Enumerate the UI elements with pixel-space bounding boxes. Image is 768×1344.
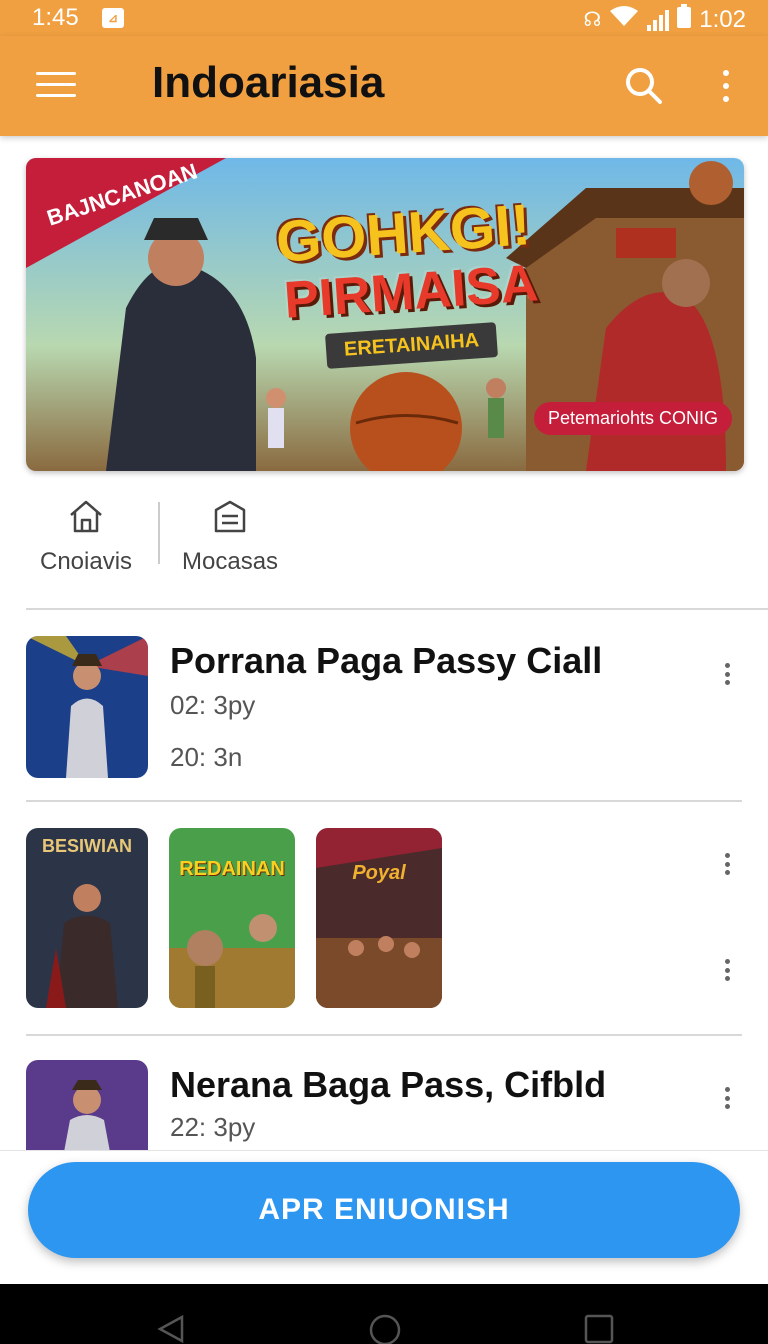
game-thumbnail[interactable]: REDAINAN — [169, 828, 295, 1008]
overflow-menu-icon[interactable] — [716, 66, 736, 106]
inbox-icon — [214, 500, 246, 533]
quick-link-label: Cnoiavis — [40, 548, 133, 575]
game-thumbnail[interactable]: Poyal — [316, 828, 442, 1008]
section-divider — [26, 608, 768, 610]
status-icons: ☊ 1:02 — [584, 4, 746, 35]
overflow-menu-icon[interactable] — [719, 955, 735, 985]
hamburger-menu-icon[interactable] — [36, 72, 76, 100]
thumbnail-label: REDAINAN — [179, 858, 285, 880]
featured-banner[interactable]: BAJNCANOAN GOHKGI! PIRMAISA ERETAINAIHA … — [26, 158, 744, 471]
list-item-meta: 20: 3n — [170, 742, 243, 772]
list-divider — [26, 1034, 742, 1036]
quick-links: Cnoiavis Mocasas — [26, 496, 768, 592]
app-notification-icon: ⊿ — [102, 8, 124, 28]
game-thumbnail[interactable]: BESIWIAN — [26, 828, 148, 1008]
banner-pill-button[interactable]: Petemariohts CONIG — [534, 402, 733, 435]
list-item-meta: 02: 3py — [170, 690, 256, 720]
thumbnail-label: BESIWIAN — [42, 836, 132, 856]
status-time-right: 1:02 — [699, 5, 746, 33]
app-bar: Indoariasia — [0, 36, 768, 136]
cell-signal-icon — [647, 9, 670, 31]
home-nav-icon[interactable] — [369, 1314, 401, 1344]
overflow-menu-icon[interactable] — [719, 849, 735, 879]
list-item-title[interactable]: Nerana Baga Pass, Cifbld — [170, 1064, 606, 1106]
home-icon — [70, 500, 102, 533]
overflow-menu-icon[interactable] — [719, 1083, 735, 1113]
app-title: Indoariasia — [152, 58, 385, 107]
list-item-meta: 22: 3py — [170, 1112, 256, 1142]
game-thumbnail[interactable] — [26, 1060, 148, 1152]
primary-action-button[interactable]: APR ENIUONISH — [28, 1162, 740, 1258]
thumbnail-label: Poyal — [352, 862, 406, 884]
list-item-title[interactable]: Porrana Paga Passy Ciall — [170, 640, 602, 682]
battery-icon — [677, 4, 692, 35]
overflow-menu-icon[interactable] — [719, 659, 735, 689]
status-bar: 1:45 ⊿ ☊ 1:02 — [0, 0, 768, 36]
wifi-icon — [609, 5, 639, 34]
status-time-left: 1:45 — [32, 4, 79, 31]
search-icon[interactable] — [624, 66, 664, 106]
hotspot-icon: ☊ — [583, 9, 602, 31]
game-thumbnail[interactable] — [26, 636, 148, 778]
recents-icon[interactable] — [584, 1314, 614, 1344]
quick-link-label: Mocasas — [182, 548, 279, 575]
quick-link-home[interactable]: Cnoiavis — [40, 496, 132, 576]
quick-link-inbox[interactable]: Mocasas — [182, 496, 278, 576]
quick-links-divider — [158, 502, 160, 564]
system-navigation-bar — [0, 1284, 768, 1344]
back-icon[interactable] — [156, 1314, 186, 1344]
list-divider — [26, 800, 742, 802]
